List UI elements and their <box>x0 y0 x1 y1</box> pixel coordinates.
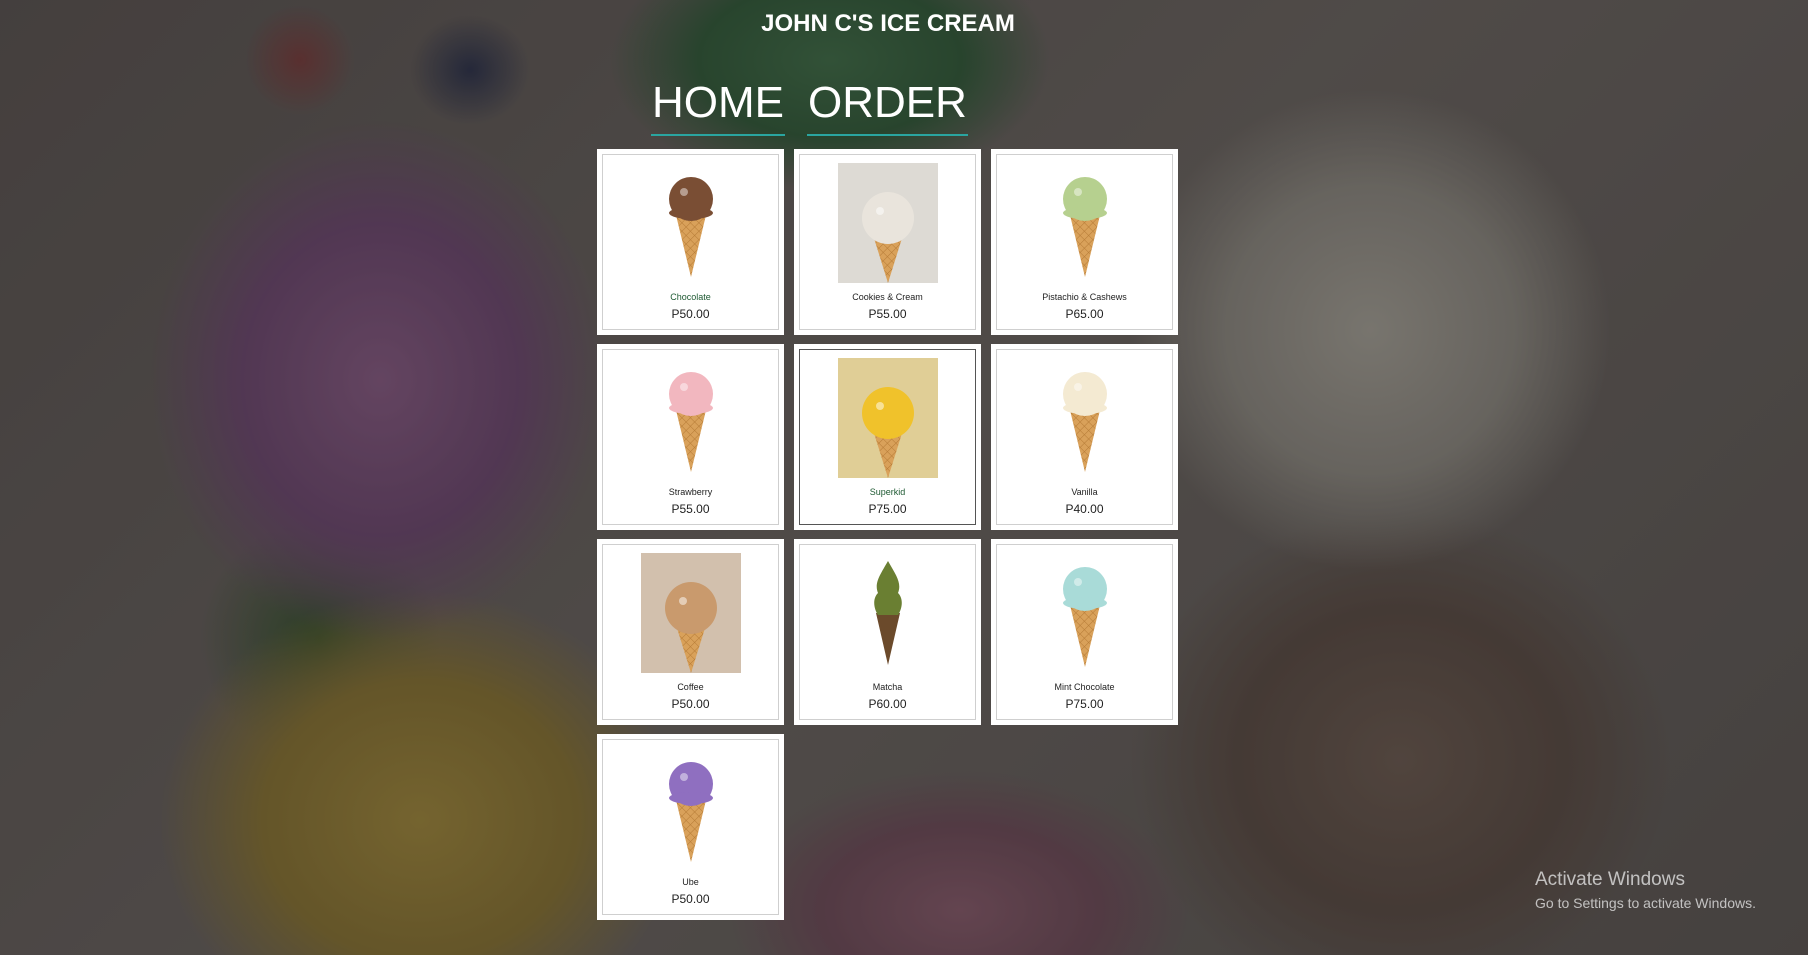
product-price: P55.00 <box>671 502 710 516</box>
product-name: Coffee <box>677 682 704 692</box>
product-price: P40.00 <box>1065 502 1104 516</box>
product-card-chocolate[interactable]: Chocolate P50.00 <box>597 149 784 335</box>
page-title: JOHN C'S ICE CREAM <box>761 10 1015 37</box>
ice-cream-image <box>1025 553 1145 673</box>
product-price: P75.00 <box>1065 697 1104 711</box>
product-card-ube[interactable]: Ube P50.00 <box>597 734 784 920</box>
watermark-subtitle: Go to Settings to activate Windows. <box>1535 895 1756 911</box>
product-card-strawberry[interactable]: Strawberry P55.00 <box>597 344 784 530</box>
product-card-cookies-cream[interactable]: Cookies & Cream P55.00 <box>794 149 981 335</box>
watermark-title: Activate Windows <box>1535 869 1685 890</box>
product-card-pistachio-cashews[interactable]: Pistachio & Cashews P65.00 <box>991 149 1178 335</box>
product-price: P50.00 <box>671 307 710 321</box>
ice-cream-image <box>631 163 751 283</box>
product-price: P60.00 <box>868 697 907 711</box>
product-card-mint-chocolate[interactable]: Mint Chocolate P75.00 <box>991 539 1178 725</box>
product-price: P50.00 <box>671 697 710 711</box>
product-grid: Chocolate P50.00 Cookies & Cream P55.00 … <box>597 149 1178 920</box>
product-name: Pistachio & Cashews <box>1042 292 1127 302</box>
ice-cream-image <box>631 358 751 478</box>
product-name: Matcha <box>872 682 903 692</box>
ice-cream-image <box>828 553 948 673</box>
product-name: Mint Chocolate <box>1054 682 1115 692</box>
product-price: P55.00 <box>868 307 907 321</box>
ice-cream-image <box>631 748 751 868</box>
product-name: Strawberry <box>668 487 713 497</box>
ice-cream-image <box>828 163 948 283</box>
product-price: P75.00 <box>868 502 907 516</box>
ice-cream-image <box>1025 163 1145 283</box>
product-name: Ube <box>682 877 699 887</box>
product-card-superkid[interactable]: Superkid P75.00 <box>794 344 981 530</box>
ice-cream-image <box>828 358 948 478</box>
product-card-matcha[interactable]: Matcha P60.00 <box>794 539 981 725</box>
nav-home-link[interactable]: HOME <box>651 78 785 136</box>
product-name: Chocolate <box>670 292 711 302</box>
product-price: P50.00 <box>671 892 710 906</box>
product-name: Superkid <box>869 487 906 497</box>
ice-cream-image <box>1025 358 1145 478</box>
product-card-coffee[interactable]: Coffee P50.00 <box>597 539 784 725</box>
nav-order-link[interactable]: ORDER <box>807 78 968 136</box>
product-card-vanilla[interactable]: Vanilla P40.00 <box>991 344 1178 530</box>
windows-activation-watermark: Activate Windows Go to Settings to activ… <box>1535 869 1756 911</box>
product-name: Cookies & Cream <box>852 292 923 302</box>
product-price: P65.00 <box>1065 307 1104 321</box>
main-nav: HOME ORDER <box>651 78 968 136</box>
ice-cream-image <box>631 553 751 673</box>
product-name: Vanilla <box>1071 487 1098 497</box>
